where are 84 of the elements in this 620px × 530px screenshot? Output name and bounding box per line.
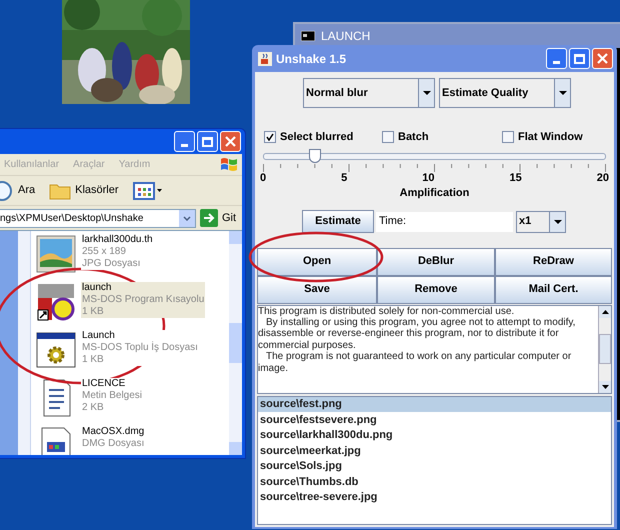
tick-label: 10 [422,172,434,185]
file-name: MacOSX.dmg [82,426,144,438]
caret-icon [558,91,566,95]
list-item[interactable]: source\fest.png [258,396,611,412]
action-button[interactable]: Save [257,276,377,304]
file-detail: 2 KB [82,402,105,414]
folders-button[interactable]: Klasörler [47,178,121,202]
list-item[interactable]: source\larkhall300du.png [258,428,611,443]
license-paragraph: By installing or using this program, you agree not to attempt to modify, disassemble or reverse-engineer this program, nor to distribute it for commercial purposes. [258,316,576,352]
checkbox-square[interactable] [502,131,514,143]
window-title: LAUNCH [321,28,370,45]
list-item[interactable]: source\Thumbs.db [258,474,611,490]
estimate-button[interactable]: Estimate [302,210,374,233]
maximize-button[interactable] [569,48,590,69]
list-item[interactable]: source\meerkat.jpg [258,443,611,458]
checkbox[interactable]: Select blurred [264,128,382,146]
search-button[interactable]: Ara [0,178,38,202]
time-field[interactable]: Time: [376,212,513,232]
minimize-button[interactable] [174,131,195,152]
scroll-thumb[interactable] [599,334,611,364]
slider-label: Amplification [400,186,470,201]
file-detail: JPG Dosyası [82,258,142,270]
license-paragraph: This program is distributed solely for non-commercial use. [258,306,516,317]
caret-icon [156,189,162,192]
tick-label: 15 [510,172,522,185]
file-detail: DMG Dosyası [82,438,144,450]
checkbox-square[interactable] [264,131,276,143]
close-button[interactable] [220,131,241,152]
dropdown[interactable]: Normal blur [303,78,435,108]
maximize-button[interactable] [197,131,218,152]
close-button[interactable] [592,48,613,69]
checkbox-square[interactable] [382,131,394,143]
caret-icon [422,91,430,95]
license-paragraph: The program is not guaranteed to work on any particular computer or image. [258,351,572,374]
tick-label: 5 [341,172,348,185]
file-detail: Metin Belgesi [82,390,142,402]
list-item[interactable]: source\tree-severe.jpg [258,490,611,505]
file-detail: MS-DOS Program Kısayolu [82,294,204,306]
coffee-cup-icon [258,52,272,66]
list-item[interactable]: source\festsevere.png [258,412,611,428]
file-name: launch [82,282,112,294]
file-detail: 1 KB [82,306,105,318]
checkbox[interactable]: Flat Window [502,128,583,146]
dropdown[interactable]: Estimate Quality [439,78,571,108]
close-icon [225,136,236,147]
go-button[interactable]: Git [200,209,238,227]
file-detail: 1 KB [82,354,105,366]
file-detail: 255 x 189 [82,246,127,258]
close-icon [597,53,608,64]
file-name: Launch [82,330,116,342]
action-button[interactable]: DeBlur [377,248,495,276]
address-field[interactable]: ngs\XPMUser\Desktop\Unshake [0,208,196,228]
action-button[interactable]: Remove [377,276,495,304]
file-name: LICENCE [82,378,126,390]
action-button[interactable]: Mail Cert. [495,276,612,304]
image-file-icon [36,234,76,274]
file-name: larkhall300du.th [82,234,153,246]
checkbox[interactable]: Batch [382,128,502,146]
window-title: Unshake 1.5 [276,50,348,68]
action-button[interactable]: ReDraw [495,248,612,276]
action-button[interactable]: Open [257,248,377,276]
file-item[interactable]: MacOSX.dmg DMG Dosyası [36,426,229,455]
grid-view-icon [132,182,155,200]
tick-label: 20 [596,172,609,185]
scale-dropdown[interactable]: x1 [516,210,566,232]
search-icon [0,180,14,200]
windows-logo-icon [220,156,238,172]
file-item[interactable]: Launch MS-DOS Toplu İş Dosyası 1 KB [36,330,229,378]
tick-label: 0 [260,172,266,185]
gear-window-icon [36,330,76,370]
file-item[interactable]: launch MS-DOS Program Kısayolu 1 KB [36,282,229,330]
arrow-right-icon [200,209,218,227]
caret-icon [554,220,562,224]
scroll-up-icon[interactable] [602,310,608,314]
list-item[interactable]: source\Sols.jpg [258,458,611,474]
scroll-down-icon[interactable] [602,384,608,388]
minimize-button[interactable] [546,48,567,69]
file-item[interactable]: LICENCE Metin Belgesi 2 KB [36,378,229,426]
slider-thumb[interactable] [309,149,322,163]
file-detail: MS-DOS Toplu İş Dosyası [82,342,198,354]
chevron-down-icon [182,216,191,220]
file-item[interactable]: larkhall300du.th 255 x 189 JPG Dosyası [36,234,229,282]
console-icon [301,31,315,41]
ms-dos-shortcut-icon [36,282,76,322]
